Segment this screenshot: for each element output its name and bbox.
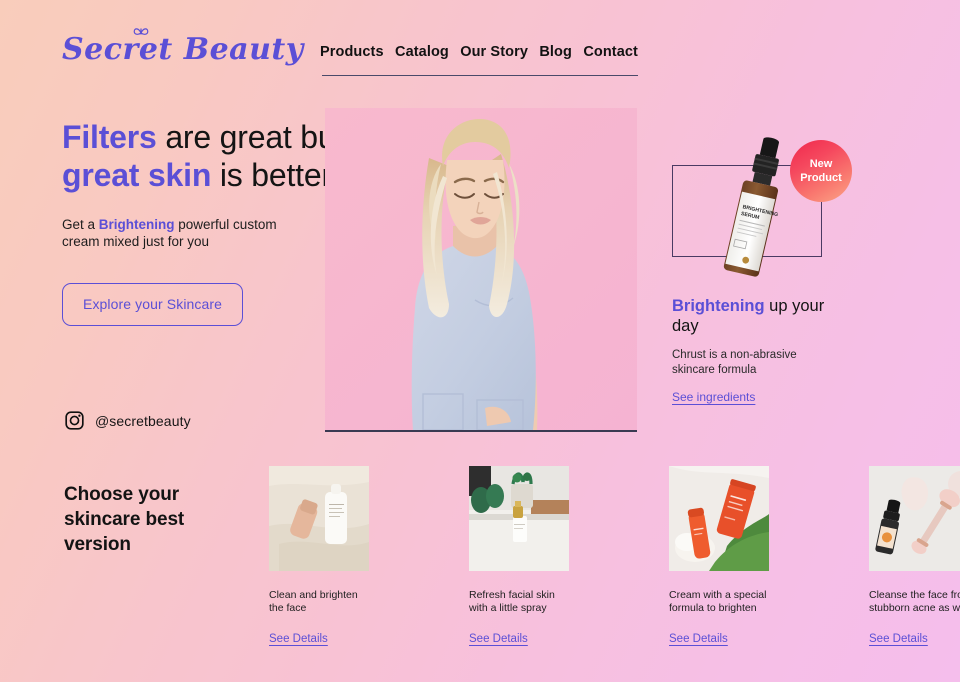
brand-logo-text: Secret Beauty [62, 32, 304, 67]
nav-item-our-story[interactable]: Our Story [460, 44, 528, 60]
card-description: Cleanse the face from stubborn acne as w… [869, 589, 960, 614]
nav-underline [322, 75, 638, 76]
product-card: Cleanse the face from stubborn acne as w… [869, 466, 960, 647]
gua-sha-roller-illustration [869, 466, 960, 571]
hero-divider-line [325, 430, 637, 432]
see-details-link[interactable]: See Details [269, 633, 328, 645]
instagram-handle-link[interactable]: @secretbeauty [64, 410, 191, 431]
main-nav: Products Catalog Our Story Blog Contact [320, 44, 638, 60]
explore-skincare-button[interactable]: Explore your Skincare [62, 283, 244, 326]
spray-bottle-illustration [469, 466, 569, 571]
hero-heading-accent-1: Filters [62, 119, 157, 155]
hero-left-column: Filters are great but great skin is bett… [62, 118, 362, 326]
nav-item-blog[interactable]: Blog [539, 44, 572, 60]
card-description: Clean and brighten the face [269, 589, 358, 614]
brand-logo[interactable]: Secret Beauty [62, 32, 304, 67]
hero-model-illustration [325, 108, 637, 430]
choose-section-heading: Choose your skincare best version [64, 484, 185, 555]
see-details-link[interactable]: See Details [469, 633, 528, 645]
hero-subtitle-accent: Brightening [98, 217, 175, 232]
card-image-orange-tubes[interactable] [669, 466, 769, 571]
hero-subtitle: Get a Brightening powerful custom cream … [62, 216, 292, 250]
card-image-gua-sha-roller[interactable] [869, 466, 960, 571]
nav-item-catalog[interactable]: Catalog [395, 44, 449, 60]
hero-heading-accent-2: great skin [62, 157, 212, 193]
nav-item-contact[interactable]: Contact [583, 44, 638, 60]
new-product-badge-line1: New [809, 158, 833, 170]
new-product-badge-line2: Product [800, 172, 842, 184]
instagram-icon [65, 411, 84, 430]
card-description: Refresh facial skin with a little spray [469, 589, 555, 614]
serum-bottle-image: BRIGHTENING SERUM [723, 137, 779, 277]
product-title-accent: Brightening [672, 297, 765, 315]
page-title: Filters are great but great skin is bett… [62, 118, 362, 194]
product-card: Cream with a special formula to brighten… [669, 466, 769, 647]
instagram-handle-text: @secretbeauty [95, 412, 191, 429]
product-card: Refresh facial skin with a little spray … [469, 466, 569, 647]
card-description: Cream with a special formula to brighten [669, 589, 767, 614]
hero-subtitle-text-1: Get a [62, 217, 99, 232]
card-image-cream-bottles[interactable] [269, 466, 369, 571]
new-product-badge[interactable]: New Product [790, 140, 852, 202]
hero-model-image [325, 108, 637, 430]
hero-heading-text-1: are great but [156, 119, 345, 155]
see-details-link[interactable]: See Details [669, 633, 728, 645]
see-details-link[interactable]: See Details [869, 633, 928, 645]
product-description: Chrust is a non-abrasive skincare formul… [672, 349, 797, 376]
orange-tubes-illustration [669, 466, 769, 571]
butterfly-icon [133, 28, 149, 35]
see-ingredients-link[interactable]: See ingredients [672, 390, 755, 404]
cream-bottles-illustration [269, 466, 369, 571]
card-image-spray-bottle[interactable] [469, 466, 569, 571]
product-card-list: Clean and brighten the face See Details [269, 466, 960, 647]
site-header: Secret Beauty Products Catalog Our Story… [0, 0, 960, 105]
hero-heading-text-2: is better [211, 157, 332, 193]
product-card: Clean and brighten the face See Details [269, 466, 369, 647]
nav-item-products[interactable]: Products [320, 44, 384, 60]
product-title: Brightening up your day [672, 296, 852, 336]
